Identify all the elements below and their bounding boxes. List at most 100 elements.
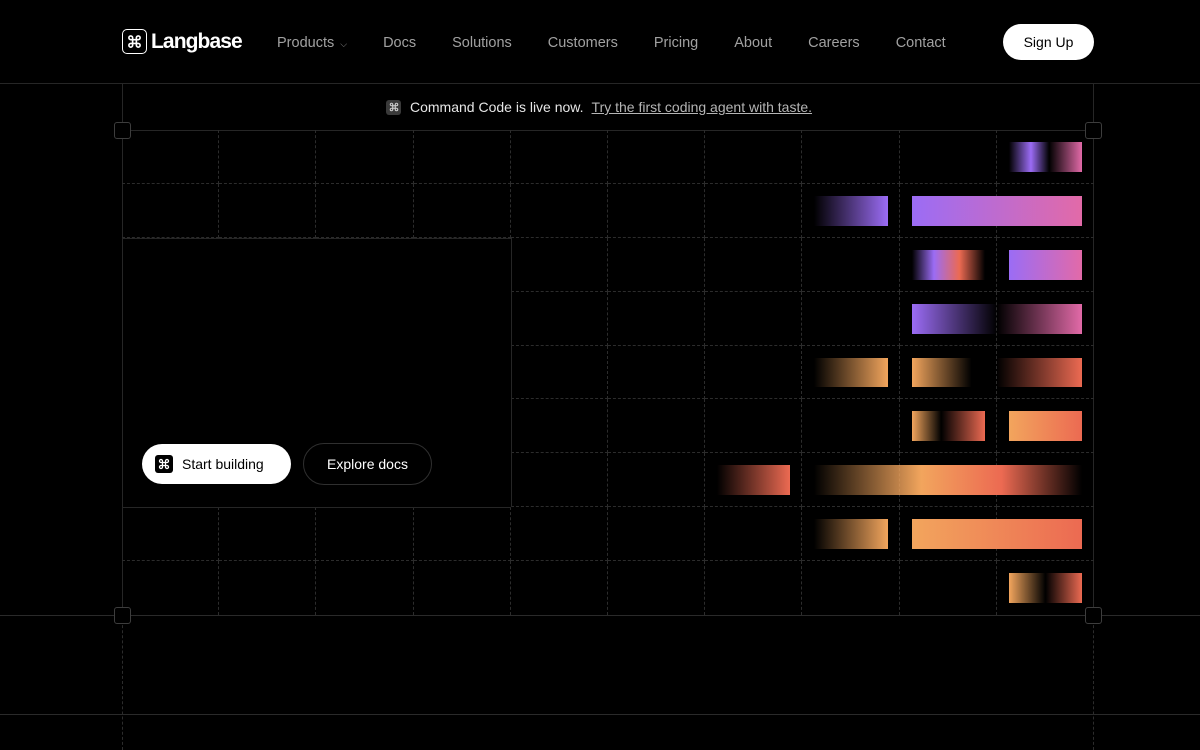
grid-cell [510,345,608,400]
grid-cell [802,237,900,292]
grid-cell [900,561,997,615]
grid-cell [510,291,608,346]
grid-cell [802,130,900,184]
grid-cell [608,291,706,346]
grid-cell [705,237,803,292]
grid-cell [705,507,803,562]
grid-cell [510,399,608,454]
grid-cell [705,399,803,454]
grid-separator [510,237,512,508]
command-icon [386,99,401,115]
grid-cell [705,130,803,184]
grid-cell [802,399,900,454]
frame-line-right-dashed [1093,615,1094,750]
nav-solutions[interactable]: Solutions [452,31,512,55]
nav-products[interactable]: Products ⌵ [277,31,347,55]
gradient-bar [814,465,1082,496]
frame-line-left-dashed [122,615,123,750]
site-header: Langbase Products ⌵ Docs Solutions Custo… [0,0,1200,84]
grid-cell [122,183,220,238]
nav-docs[interactable]: Docs [383,31,416,55]
frame-line-footer [0,714,1200,715]
command-icon [155,455,173,473]
grid-cell [608,561,706,615]
announcement-link[interactable]: Try the first coding agent with taste. [592,99,812,115]
sign-up-button[interactable]: Sign Up [1003,24,1094,60]
grid-separator [122,507,511,509]
grid-cell [511,561,608,615]
grid-cell [608,130,706,184]
grid-cell [219,561,317,615]
grid-cell [608,237,706,292]
announcement-text: Command Code is live now. [410,99,584,115]
grid-cell [122,130,220,184]
gradient-bar [814,357,888,388]
gradient-bar [911,411,985,442]
corner-marker [1085,122,1102,139]
grid-cell [510,237,608,292]
grid-cell [219,507,317,562]
grid-cell [510,507,608,562]
grid-cell [316,130,414,184]
grid-separator [122,237,511,239]
nav-label: Products [277,35,335,51]
announcement-bar: Command Code is live now. Try the first … [386,97,812,117]
grid-cell [510,453,608,508]
gradient-bar [911,357,1082,388]
nav-about[interactable]: About [734,31,772,55]
grid-cell [510,183,608,238]
grid-cell [608,399,706,454]
grid-cell [510,130,608,184]
grid-cell [802,291,900,346]
grid-cell [705,291,803,346]
grid-cell [413,507,511,562]
command-icon [122,29,147,54]
start-building-label: Start building [182,456,264,472]
gradient-bar [1008,249,1082,280]
grid-cell [608,507,706,562]
nav-customers[interactable]: Customers [548,31,618,55]
grid-cell [122,561,220,615]
corner-marker [114,607,131,624]
grid-cell [122,507,220,562]
nav-careers[interactable]: Careers [808,31,860,55]
gradient-bar [814,519,888,550]
grid-cell [219,183,317,238]
gradient-bar [911,249,985,280]
chevron-down-icon: ⌵ [340,39,348,49]
grid-cell [316,507,414,562]
grid-cell [705,345,803,400]
start-building-button[interactable]: Start building [142,444,291,484]
grid-cell [705,183,803,238]
explore-docs-button[interactable]: Explore docs [303,443,432,485]
grid-cell [413,130,511,184]
grid-cell [608,453,706,508]
grid-cell [413,183,511,238]
grid-cell [316,561,414,615]
frame-line-grid-bottom [0,615,1200,616]
corner-marker [1085,607,1102,624]
gradient-bar [1008,411,1082,442]
grid-cell [316,183,414,238]
main-nav: Products ⌵ Docs Solutions Customers Pric… [277,31,946,55]
gradient-bar [1008,142,1082,172]
brand-name: Langbase [151,30,243,53]
corner-marker [114,122,131,139]
grid-cell [219,130,317,184]
nav-pricing[interactable]: Pricing [654,31,698,55]
grid-cell [608,345,706,400]
gradient-bar [1008,573,1082,603]
grid-cell [414,561,511,615]
grid-cell [802,561,900,615]
gradient-bar [911,195,1082,226]
grid-cell [608,183,706,238]
hero-gradient-grid [122,130,1094,615]
gradient-bar [717,465,791,496]
gradient-bar [911,303,1082,334]
nav-contact[interactable]: Contact [896,31,946,55]
brand-logo[interactable]: Langbase [122,28,243,55]
gradient-bar [814,195,888,226]
grid-cell [705,561,803,615]
gradient-bar [911,519,1082,550]
grid-cell [899,130,997,184]
